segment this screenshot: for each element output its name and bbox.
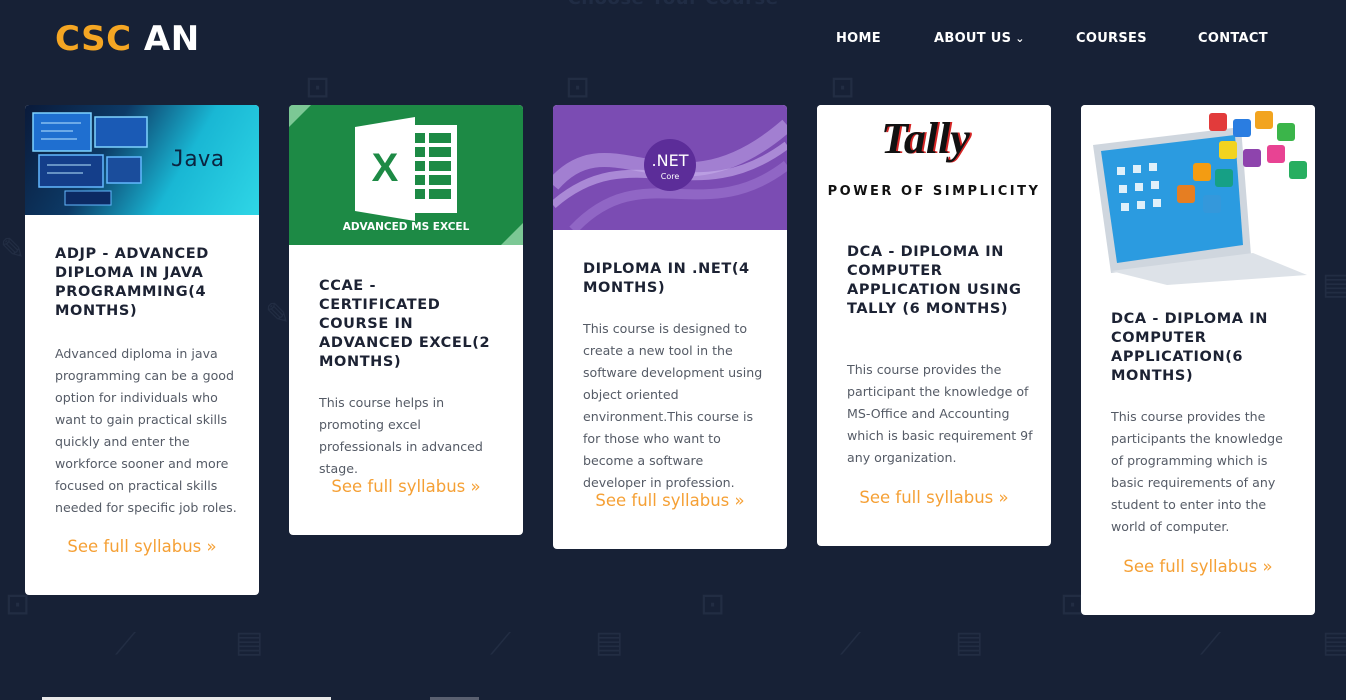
see-full-syllabus-link[interactable]: See full syllabus » <box>25 537 259 556</box>
cabinet-doodle-icon: ▤ <box>955 625 984 660</box>
nav-home-label: HOME <box>836 31 881 46</box>
svg-text:X: X <box>372 146 399 190</box>
dotnet-banner-subtext: Core <box>660 172 680 181</box>
laptop-apps-icon <box>1093 111 1307 285</box>
course-card-excel: X ADVANCED MS EXCEL CCAE - CERTIFICATED … <box>289 105 523 535</box>
excel-banner-text: ADVANCED MS EXCEL <box>342 221 470 233</box>
ruler-doodle-icon: ⟋ <box>115 627 136 662</box>
course-description: This course provides the participants th… <box>1111 409 1283 534</box>
tally-tagline: POWER OF SIMPLICITY <box>827 184 1041 199</box>
nav-contact-label: CONTACT <box>1198 31 1268 46</box>
section-heading: Choose Your Course <box>0 0 1346 9</box>
course-title: ADJP - ADVANCED DIPLOMA IN JAVA PROGRAMM… <box>55 246 209 319</box>
laptop-banner-image <box>1081 105 1315 285</box>
book-doodle-icon: ⊡ <box>830 70 856 105</box>
ruler-doodle-icon: ⟋ <box>490 627 511 662</box>
see-full-syllabus-link[interactable]: See full syllabus » <box>1081 557 1315 576</box>
course-title: DCA - DIPLOMA IN COMPUTER APPLICATION US… <box>847 244 1022 317</box>
excel-banner-image: X ADVANCED MS EXCEL <box>289 105 523 245</box>
java-banner-image: Java <box>25 105 259 215</box>
book-doodle-icon: ⊡ <box>305 70 331 105</box>
dotnet-banner-image: .NET Core <box>553 105 787 230</box>
see-full-syllabus-link[interactable]: See full syllabus » <box>289 477 523 496</box>
nav-contact[interactable]: CONTACT <box>1198 31 1268 46</box>
dotnet-banner-text: .NET <box>651 151 689 170</box>
java-banner-text: Java <box>171 147 224 172</box>
course-description: This course provides the participant the… <box>847 362 1033 465</box>
cabinet-doodle-icon: ▤ <box>595 625 624 660</box>
course-description: Advanced diploma in java programming can… <box>55 346 237 515</box>
see-full-syllabus-link[interactable]: See full syllabus » <box>817 488 1051 507</box>
nav-about-label: ABOUT US <box>934 31 1012 46</box>
course-title: DCA - DIPLOMA IN COMPUTER APPLICATION(6 … <box>1111 311 1268 384</box>
course-title: DIPLOMA IN .NET(4 MONTHS) <box>583 261 750 296</box>
chevron-down-icon: ⌄ <box>1015 32 1025 45</box>
book-doodle-icon: ⊡ <box>565 70 591 105</box>
course-description: This course is designed to create a new … <box>583 321 763 490</box>
tally-logo-text: Tally <box>881 114 970 163</box>
cabinet-doodle-icon: ▤ <box>1322 625 1346 660</box>
cabinet-doodle-icon: ▤ <box>1322 267 1346 302</box>
course-title: CCAE - CERTIFICATED COURSE IN ADVANCED E… <box>319 278 491 370</box>
pencil-doodle-icon: ✎ <box>0 232 26 267</box>
ruler-doodle-icon: ⟋ <box>840 627 861 662</box>
course-description: This course helps in promoting excel pro… <box>319 395 483 476</box>
nav-courses-label: COURSES <box>1076 31 1147 46</box>
see-full-syllabus-link[interactable]: See full syllabus » <box>553 491 787 510</box>
logo-part2: AN <box>143 19 200 59</box>
course-card-dca: DCA - DIPLOMA IN COMPUTER APPLICATION(6 … <box>1081 105 1315 615</box>
course-card-dotnet: .NET Core DIPLOMA IN .NET(4 MONTHS) This… <box>553 105 787 549</box>
logo-part1: CSC <box>55 19 132 59</box>
nav-courses[interactable]: COURSES <box>1076 31 1147 46</box>
nav-about-us[interactable]: ABOUT US ⌄ <box>934 31 1025 46</box>
cabinet-doodle-icon: ▤ <box>235 625 264 660</box>
nav-home[interactable]: HOME <box>836 31 881 46</box>
tally-banner-image: Tally POWER OF SIMPLICITY <box>817 105 1051 215</box>
book-doodle-icon: ⊡ <box>700 587 726 622</box>
course-card-tally: Tally POWER OF SIMPLICITY DCA - DIPLOMA … <box>817 105 1051 546</box>
site-logo[interactable]: CSC AN <box>55 19 200 59</box>
course-card-java: Java ADJP - ADVANCED DIPLOMA IN JAVA PRO… <box>25 105 259 595</box>
pencil-doodle-icon: ✎ <box>265 297 291 332</box>
ruler-doodle-icon: ⟋ <box>1200 627 1221 662</box>
